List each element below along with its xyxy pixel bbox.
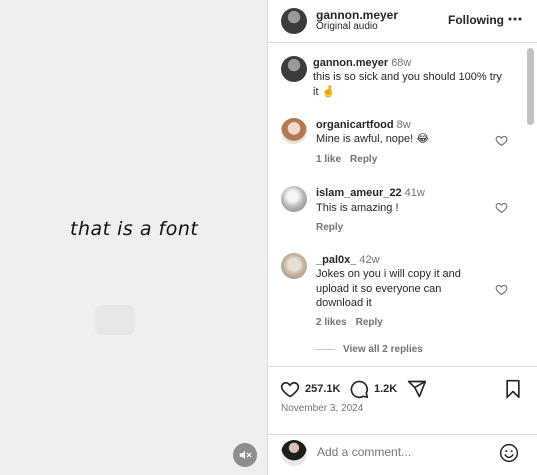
comment-action[interactable]: 1.2K	[349, 379, 397, 399]
comment-likes[interactable]: 1 like	[316, 154, 341, 165]
comment-time: 8w	[396, 119, 411, 131]
post-header: gannon.meyer Original audio Following	[268, 0, 537, 43]
comment-text: Mine is awful, nope! 😂	[316, 133, 430, 145]
comment-username-row: _pal0x_ 42w	[316, 254, 380, 266]
commenter-avatar[interactable]	[281, 118, 307, 144]
caption-time: 68w	[391, 57, 412, 69]
commenter-avatar[interactable]	[281, 186, 307, 212]
author-avatar[interactable]	[281, 56, 307, 82]
view-replies-label: View all 2 replies	[343, 344, 423, 355]
scrollbar-thumb[interactable]	[527, 48, 534, 125]
share-action[interactable]	[407, 379, 427, 399]
comment-time: 41w	[404, 187, 425, 199]
video-overlay-text: that is a font	[70, 218, 199, 240]
comment-username-row: organicartfood 8w	[316, 119, 411, 131]
post-actions: 257.1K 1.2K November 3, 2024	[268, 366, 537, 434]
video-faint-shape	[95, 305, 135, 335]
post-date: November 3, 2024	[281, 403, 364, 414]
like-action[interactable]: 257.1K	[280, 379, 340, 399]
author-username[interactable]: gannon.meyer	[316, 8, 398, 22]
more-options-button[interactable]	[507, 11, 523, 30]
current-user-avatar	[281, 440, 307, 466]
likes-count[interactable]: 257.1K	[305, 383, 340, 395]
speaker-muted-icon	[239, 450, 252, 460]
heart-icon[interactable]	[495, 283, 508, 296]
comment-time: 42w	[359, 254, 380, 266]
comment-likes[interactable]: 2 likes	[316, 317, 347, 328]
bookmark-icon[interactable]	[504, 379, 522, 399]
comment-icon[interactable]	[349, 379, 369, 399]
comment-text: Jokes on you i will copy it and upload i…	[316, 268, 461, 309]
comment-username[interactable]: organicartfood	[316, 119, 394, 131]
reply-button[interactable]: Reply	[356, 317, 383, 328]
comments-scrollbar[interactable]	[527, 48, 534, 364]
comments-count[interactable]: 1.2K	[374, 383, 397, 395]
comment-text: This is amazing !	[316, 202, 399, 214]
heart-icon[interactable]	[495, 201, 508, 214]
heart-icon[interactable]	[280, 379, 300, 399]
reply-button[interactable]: Reply	[316, 222, 343, 233]
audio-label[interactable]: Original audio	[316, 21, 378, 32]
comment-meta: 2 likes Reply	[316, 317, 383, 328]
comment-input[interactable]	[317, 445, 487, 459]
comment-username[interactable]: islam_ameur_22	[316, 187, 402, 199]
view-replies-button[interactable]: View all 2 replies	[315, 344, 423, 355]
video-player[interactable]: that is a font	[0, 0, 267, 475]
commenter-avatar[interactable]	[281, 253, 307, 279]
caption-text: this is so sick and you should 100% try …	[313, 71, 502, 98]
comment-username[interactable]: _pal0x_	[316, 254, 356, 266]
comment-meta: Reply	[316, 222, 343, 233]
comments-list[interactable]: gannon.meyer 68w this is so sick and you …	[268, 44, 537, 366]
heart-icon[interactable]	[495, 134, 508, 147]
author-avatar[interactable]	[281, 8, 307, 34]
comment-username-row: islam_ameur_22 41w	[316, 187, 425, 199]
emoji-icon[interactable]	[499, 443, 519, 463]
share-icon[interactable]	[407, 379, 427, 399]
mute-button[interactable]	[233, 443, 257, 467]
add-comment-bar	[268, 434, 537, 475]
reply-button[interactable]: Reply	[350, 154, 377, 165]
caption-username[interactable]: gannon.meyer	[313, 57, 388, 69]
comment-meta: 1 like Reply	[316, 154, 377, 165]
more-horizontal-icon	[508, 17, 522, 21]
caption-username-row: gannon.meyer 68w	[313, 57, 411, 69]
post-panel: gannon.meyer Original audio Following ga…	[267, 0, 537, 475]
save-action[interactable]	[504, 379, 522, 399]
following-button[interactable]: Following	[448, 13, 504, 27]
replies-divider	[315, 348, 335, 350]
